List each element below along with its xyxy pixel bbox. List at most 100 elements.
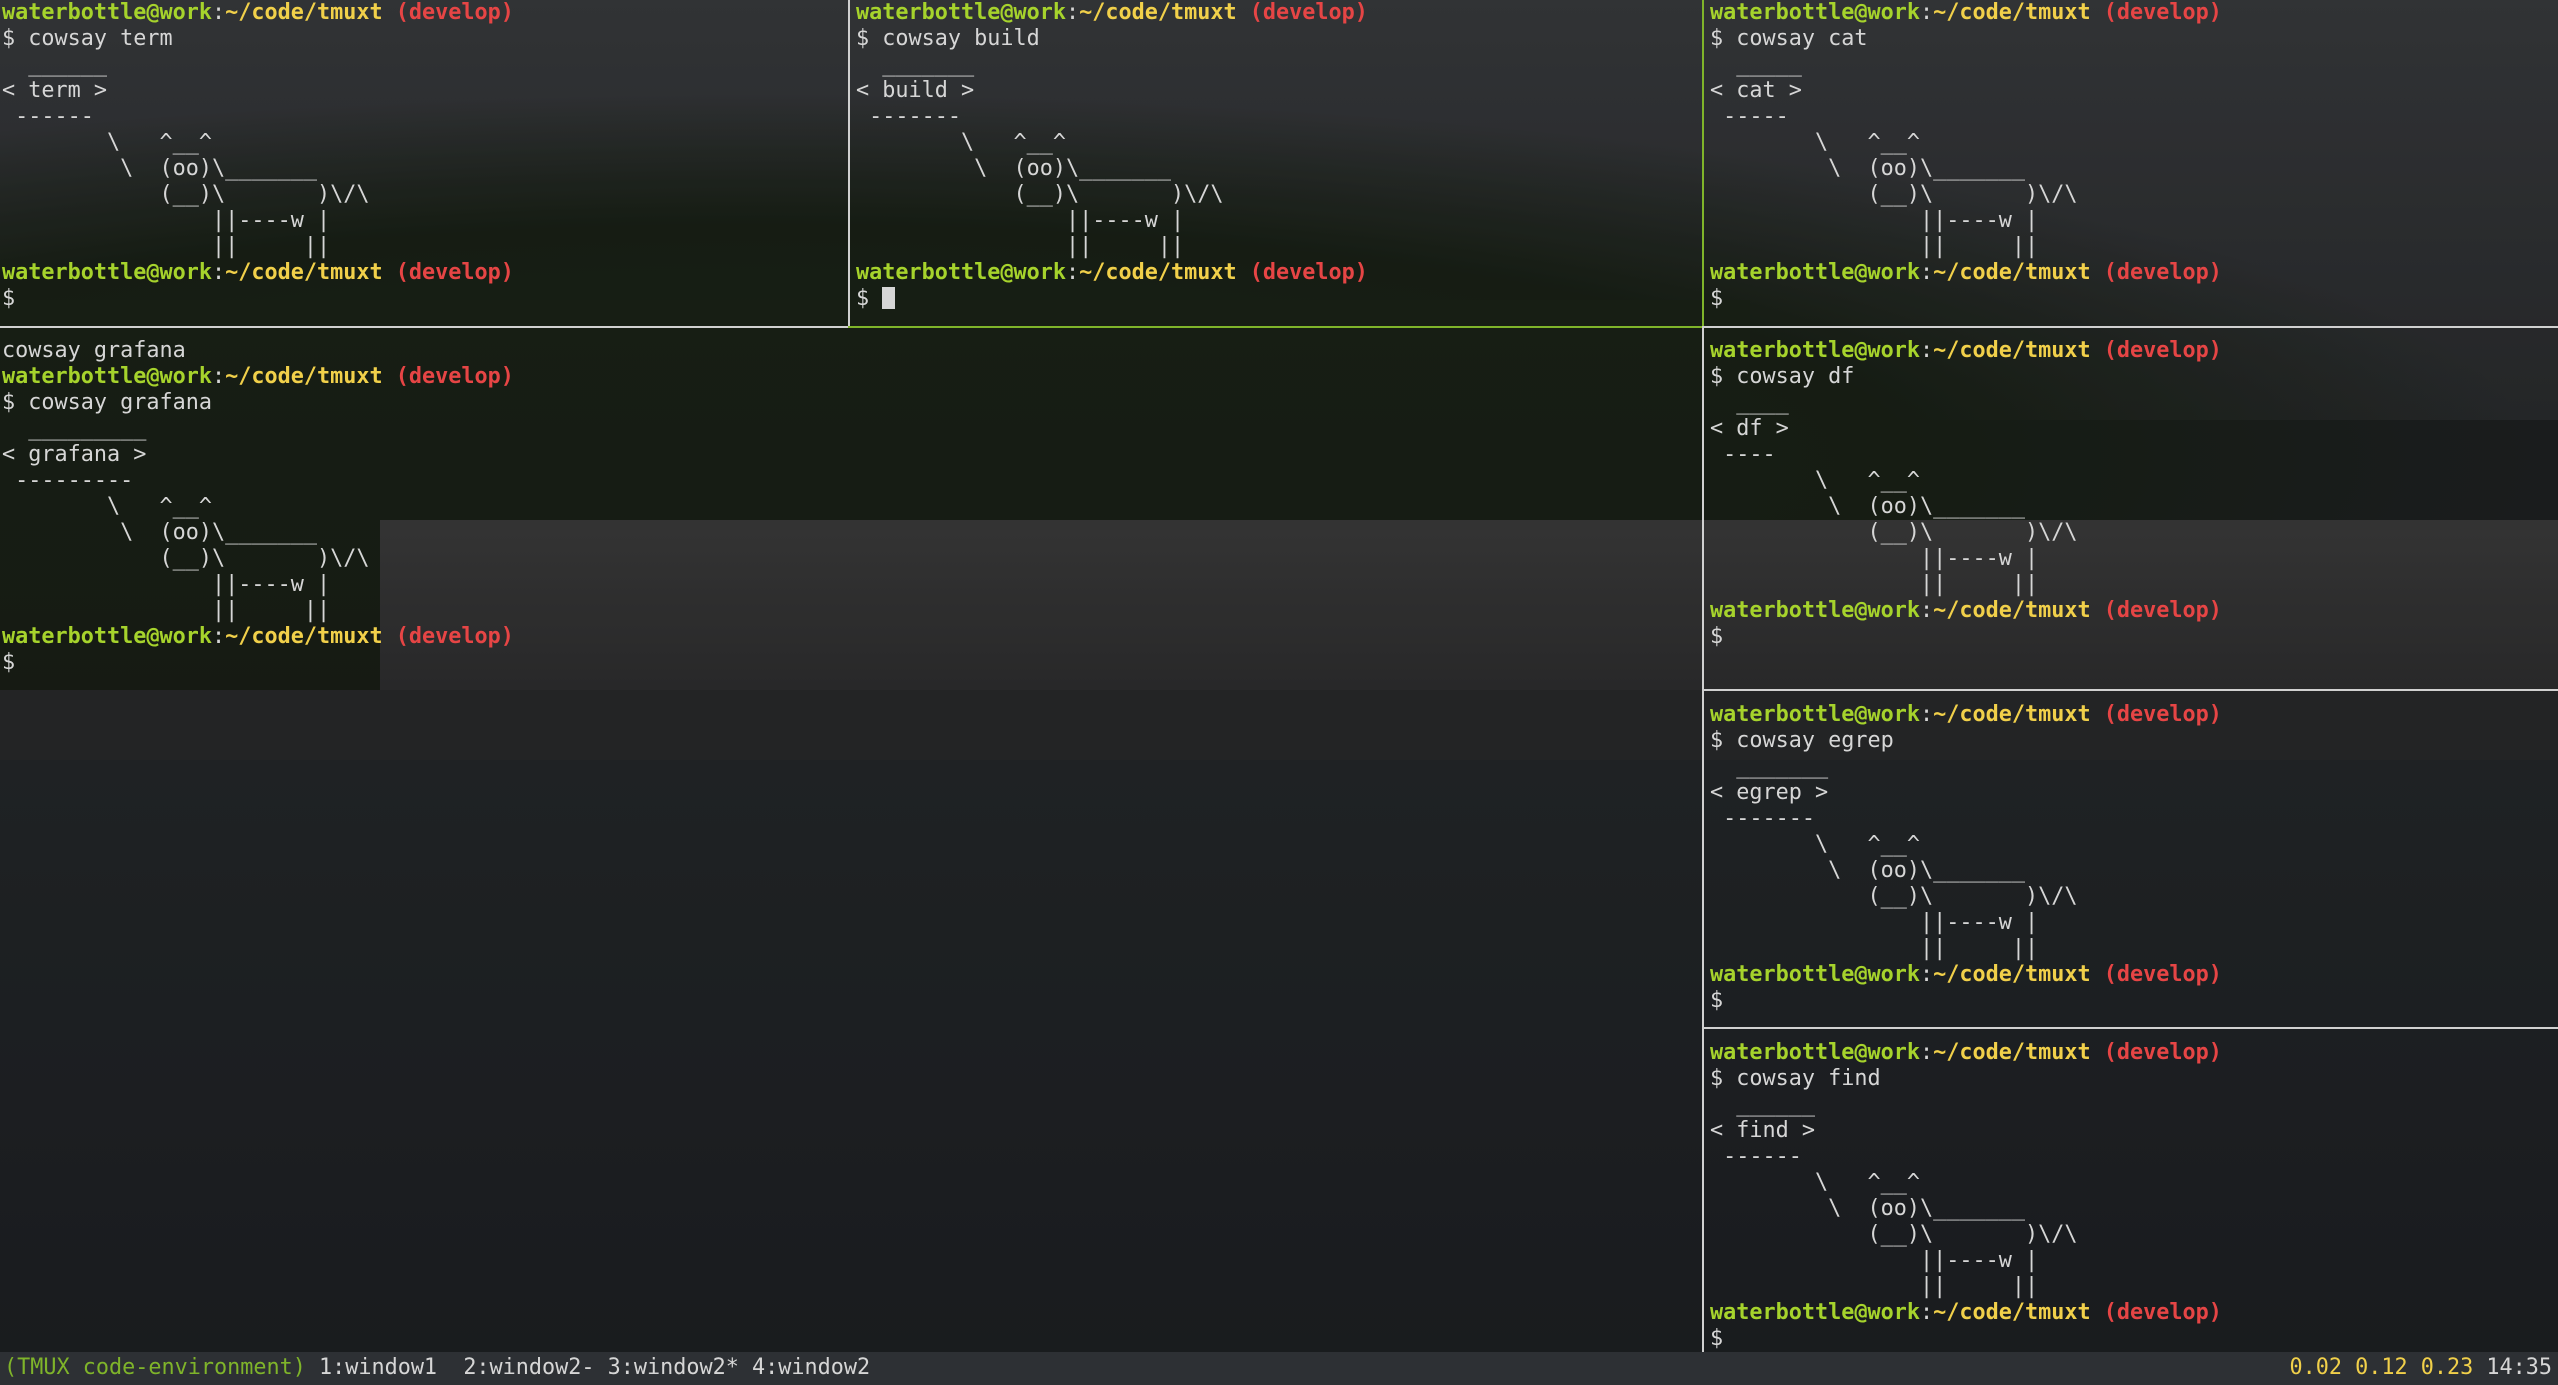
terminal-text: ------- [856, 104, 961, 129]
terminal-text: \ (oo)\_______ [2, 156, 317, 181]
terminal-text: ------ [1710, 1144, 1802, 1169]
pane-divider-vertical[interactable] [848, 0, 850, 328]
pane-divider-horizontal[interactable] [1704, 689, 2558, 691]
prompt-branch: (develop) [395, 260, 514, 285]
prompt-path: ~/code/tmuxt [225, 624, 383, 649]
pane-divider-vertical[interactable] [1702, 328, 1704, 1352]
terminal-text: < find > [1710, 1118, 1815, 1143]
terminal-output-line: (__)\ )\/\ [2, 182, 846, 208]
terminal-output-line: ||----w | [856, 208, 1700, 234]
pane-egrep[interactable]: waterbottle@work:~/code/tmuxt (develop) $… [1710, 702, 2556, 1027]
terminal-output-line: $ cowsay grafana [2, 390, 1698, 416]
prompt-branch: (develop) [2103, 1300, 2222, 1325]
prompt-line: waterbottle@work:~/code/tmuxt (develop) [856, 260, 1700, 286]
terminal-output-line: $ [2, 650, 1698, 676]
prompt-colon: : [1919, 338, 1934, 363]
terminal-text: $ [2, 650, 16, 675]
prompt-path: ~/code/tmuxt [1933, 338, 2091, 363]
prompt-line: waterbottle@work:~/code/tmuxt (develop) [1710, 338, 2556, 364]
terminal-output-line: _________ [2, 416, 1698, 442]
terminal-text: ------ [2, 104, 94, 129]
terminal-text: \ (oo)\_______ [1710, 1196, 2025, 1221]
terminal-text: || || [2, 598, 331, 623]
prompt-user: waterbottle [2, 624, 147, 649]
prompt-user: waterbottle [2, 364, 147, 389]
terminal-output-line: \ (oo)\_______ [1710, 858, 2556, 884]
terminal-text: \ ^__^ [1710, 130, 1920, 155]
terminal-output-line: $ cowsay cat [1710, 26, 2556, 52]
window-tab-1[interactable]: 1:window1 [319, 1355, 450, 1380]
terminal-text: $ [1710, 624, 1724, 649]
pane-find[interactable]: waterbottle@work:~/code/tmuxt (develop) $… [1710, 1040, 2556, 1350]
prompt-host: @work [1854, 1040, 1920, 1065]
prompt-branch: (develop) [1249, 260, 1368, 285]
pane-cat[interactable]: waterbottle@work:~/code/tmuxt (develop) $… [1710, 0, 2556, 326]
window-tab-4[interactable]: 4:window2 [752, 1355, 870, 1380]
pane-divider-horizontal-active[interactable] [848, 326, 1702, 328]
prompt-host: @work [1854, 1300, 1920, 1325]
terminal-text: _______ [856, 52, 975, 77]
pane-term[interactable]: waterbottle@work:~/code/tmuxt (develop) $… [2, 0, 846, 326]
terminal-text: \ ^__^ [1710, 832, 1920, 857]
pane-divider-horizontal[interactable] [1704, 1027, 2558, 1029]
terminal-output-line: < grafana > [2, 442, 1698, 468]
pane-divider-horizontal[interactable] [1702, 326, 2558, 328]
terminal-output-line: $ cowsay egrep [1710, 728, 2556, 754]
terminal-output-line: _____ [1710, 52, 2556, 78]
terminal-text: $ cowsay egrep [1710, 728, 1894, 753]
terminal-text: < grafana > [2, 442, 147, 467]
pane-grafana[interactable]: cowsay grafana waterbottle@work:~/code/tm… [2, 338, 1698, 1350]
prompt-host: @work [1854, 0, 1920, 25]
terminal-output-line: ____ [1710, 390, 2556, 416]
terminal-output-line: ______ [1710, 1092, 2556, 1118]
terminal-output-line: < term > [2, 78, 846, 104]
terminal-text: (__)\ )\/\ [1710, 182, 2078, 207]
window-tab-2[interactable]: 2:window2- [463, 1355, 594, 1380]
terminal-output-line: (__)\ )\/\ [856, 182, 1700, 208]
terminal-text: (__)\ )\/\ [2, 182, 370, 207]
window-tab-3[interactable]: 3:window2* [608, 1355, 739, 1380]
prompt-host: @work [146, 364, 212, 389]
prompt-branch: (develop) [2103, 962, 2222, 987]
prompt-line: waterbottle@work:~/code/tmuxt (develop) [856, 0, 1700, 26]
input-line[interactable]: $ [856, 286, 1700, 312]
terminal-output-line: $ [2, 286, 846, 312]
prompt-line: waterbottle@work:~/code/tmuxt (develop) [1710, 962, 2556, 988]
pane-build[interactable]: waterbottle@work:~/code/tmuxt (develop) $… [856, 0, 1700, 326]
pane-df[interactable]: waterbottle@work:~/code/tmuxt (develop) $… [1710, 338, 2556, 688]
terminal-text: ||----w | [2, 572, 331, 597]
terminal-text: (__)\ )\/\ [1710, 884, 2078, 909]
prompt-path: ~/code/tmuxt [225, 260, 383, 285]
terminal-output-line: (__)\ )\/\ [1710, 1222, 2556, 1248]
terminal-output-line: $ [1710, 1326, 2556, 1350]
prompt-host: @work [146, 624, 212, 649]
prompt-host: @work [1000, 260, 1066, 285]
terminal-output-line: ||----w | [1710, 546, 2556, 572]
terminal-output-line: || || [1710, 572, 2556, 598]
terminal-output-line: || || [1710, 936, 2556, 962]
terminal-output-line: ----- [1710, 104, 2556, 130]
terminal-text: || || [2, 234, 331, 259]
clock: 14:35 [2486, 1355, 2552, 1380]
terminal-text: $ cowsay cat [1710, 26, 1868, 51]
prompt-path: ~/code/tmuxt [1933, 702, 2091, 727]
terminal-text: ||----w | [1710, 910, 2039, 935]
prompt-path: ~/code/tmuxt [1933, 260, 2091, 285]
prompt-line: waterbottle@work:~/code/tmuxt (develop) [2, 364, 1698, 390]
prompt-host: @work [146, 260, 212, 285]
prompt-branch: (develop) [2103, 260, 2222, 285]
prompt-path: ~/code/tmuxt [1933, 1300, 2091, 1325]
terminal-output-line: < build > [856, 78, 1700, 104]
prompt-line: waterbottle@work:~/code/tmuxt (develop) [2, 260, 846, 286]
terminal-text: \ ^__^ [2, 130, 212, 155]
terminal-output-line: || || [2, 234, 846, 260]
pane-divider-vertical-active[interactable] [1702, 0, 1704, 328]
prompt-path: ~/code/tmuxt [1933, 0, 2091, 25]
prompt-branch: (develop) [1249, 0, 1368, 25]
terminal-output-line: \ ^__^ [2, 130, 846, 156]
terminal-text: \ (oo)\_______ [1710, 156, 2025, 181]
pane-divider-horizontal[interactable] [0, 326, 848, 328]
terminal-output-line: ------- [1710, 806, 2556, 832]
prompt-user: waterbottle [1710, 702, 1855, 727]
terminal-text: < term > [2, 78, 107, 103]
